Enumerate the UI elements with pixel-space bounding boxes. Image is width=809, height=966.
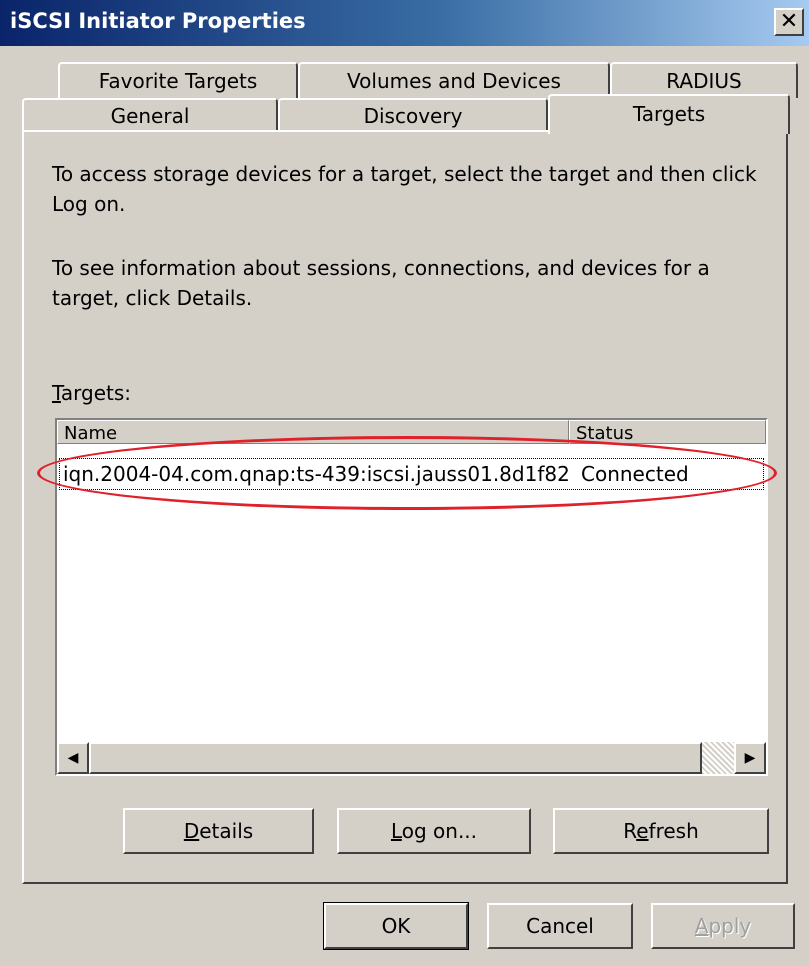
- refresh-button-label: Refresh: [623, 819, 699, 843]
- apply-button[interactable]: Apply: [651, 903, 795, 949]
- close-icon: ✕: [779, 9, 799, 34]
- tab-label: General: [110, 104, 190, 128]
- scroll-left-button[interactable]: ◀: [57, 742, 89, 774]
- tab-radius[interactable]: RADIUS: [610, 62, 798, 98]
- target-name: iqn.2004-04.com.qnap:ts-439:iscsi.jauss0…: [63, 462, 570, 486]
- instruction-text-details: To see information about sessions, conne…: [52, 256, 710, 310]
- details-button-label: Details: [183, 819, 254, 843]
- targets-label-mnemonic: T: [52, 381, 61, 405]
- tab-general[interactable]: General: [22, 98, 278, 132]
- tab-label: Volumes and Devices: [347, 69, 561, 93]
- target-row[interactable]: iqn.2004-04.com.qnap:ts-439:iscsi.jauss0…: [59, 458, 764, 490]
- scroll-right-button[interactable]: ▶: [734, 742, 766, 774]
- arrow-right-icon: ▶: [744, 750, 756, 766]
- column-header-label: Status: [576, 423, 634, 444]
- targets-label-text: argets:: [60, 381, 132, 405]
- tab-label: RADIUS: [666, 69, 742, 93]
- column-header-label: Name: [64, 423, 118, 444]
- cancel-button[interactable]: Cancel: [487, 903, 633, 949]
- log-on-button[interactable]: Log on...: [337, 808, 531, 854]
- close-button[interactable]: ✕: [774, 8, 804, 36]
- refresh-button[interactable]: Refresh: [553, 808, 769, 854]
- targets-list[interactable]: Name Status iqn.2004-04.com.qnap:ts-439:…: [55, 418, 768, 776]
- ok-button[interactable]: OK: [323, 902, 469, 950]
- tab-targets[interactable]: Targets: [548, 94, 790, 134]
- scroll-track[interactable]: [702, 742, 734, 774]
- targets-label: Targets:: [52, 381, 131, 405]
- horizontal-scrollbar[interactable]: ◀ ▶: [57, 742, 766, 774]
- cancel-button-label: Cancel: [526, 914, 594, 938]
- arrow-left-icon: ◀: [67, 750, 79, 766]
- ok-button-label: OK: [381, 914, 411, 938]
- tab-label: Targets: [632, 102, 706, 126]
- column-header-name[interactable]: Name: [57, 420, 569, 444]
- tab-label: Discovery: [363, 104, 463, 128]
- column-header-status[interactable]: Status: [569, 420, 766, 444]
- log-on-button-label: Log on...: [390, 819, 478, 843]
- apply-button-label: Apply: [694, 914, 752, 938]
- instruction-text-login: To access storage devices for a target, …: [52, 162, 757, 216]
- tab-volumes-and-devices[interactable]: Volumes and Devices: [298, 62, 610, 98]
- tab-discovery[interactable]: Discovery: [278, 98, 548, 132]
- window-title: iSCSI Initiator Properties: [10, 9, 306, 33]
- target-status: Connected: [581, 462, 689, 486]
- tab-favorite-targets[interactable]: Favorite Targets: [58, 62, 298, 98]
- tab-label: Favorite Targets: [98, 69, 258, 93]
- scroll-thumb[interactable]: [89, 742, 702, 774]
- details-button[interactable]: Details: [123, 808, 314, 854]
